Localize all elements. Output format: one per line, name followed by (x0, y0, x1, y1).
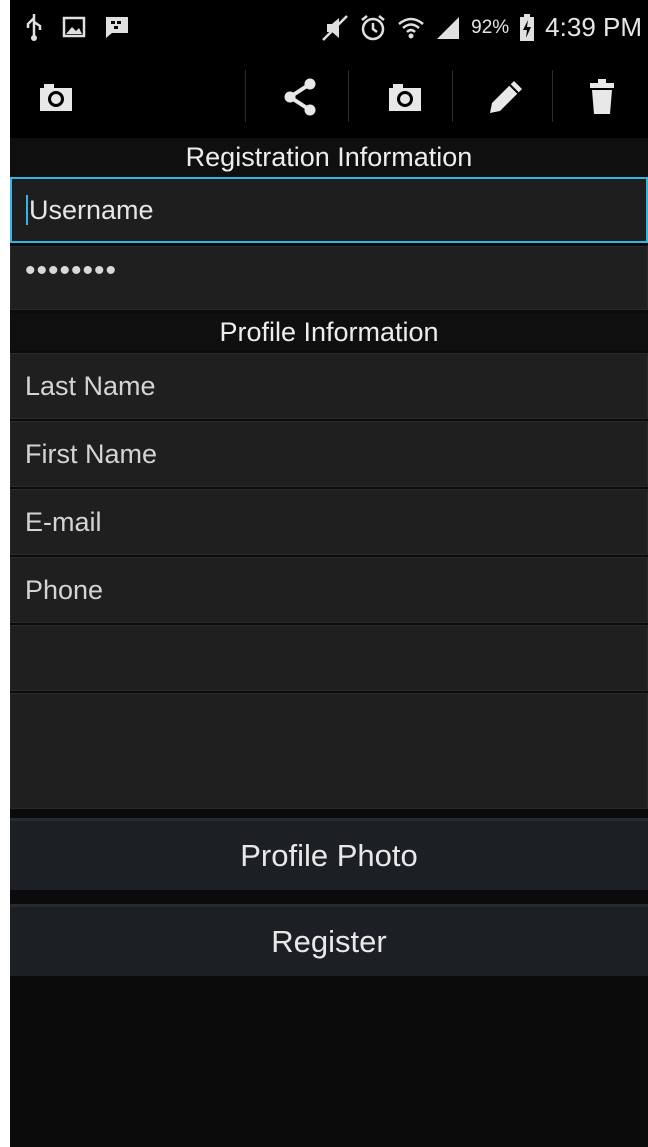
username-field[interactable]: Username (10, 177, 648, 243)
last-name-field[interactable]: Last Name (10, 353, 648, 419)
action-separator (245, 70, 246, 122)
share-icon[interactable] (260, 56, 340, 138)
notification-icons (24, 12, 130, 42)
gallery-icon (62, 16, 86, 38)
phone-field[interactable]: Phone (10, 557, 648, 623)
notes-field[interactable] (10, 693, 648, 809)
app-screen: 92% 4:39 PM Registration Information Use… (10, 0, 648, 1147)
username-placeholder: Username (29, 194, 154, 225)
camera-icon[interactable] (24, 56, 88, 138)
wifi-icon (397, 14, 425, 42)
battery-percent: 92% (471, 16, 510, 38)
mute-icon (321, 14, 349, 42)
clock: 4:39 PM (545, 12, 642, 42)
register-button[interactable]: Register (10, 904, 648, 976)
profile-header: Profile Information (10, 313, 648, 351)
action-separator (552, 70, 553, 122)
action-bar (10, 56, 648, 138)
usb-icon (24, 12, 44, 42)
battery-charging-icon (519, 13, 535, 42)
phone-placeholder: Phone (25, 574, 104, 605)
registration-header: Registration Information (10, 138, 648, 176)
status-bar: 92% 4:39 PM (10, 0, 648, 56)
delete-icon[interactable] (562, 56, 642, 138)
password-value: •••••••• (25, 254, 118, 287)
email-placeholder: E-mail (25, 506, 102, 537)
email-field[interactable]: E-mail (10, 489, 648, 555)
alarm-icon (359, 14, 387, 42)
last-name-placeholder: Last Name (25, 370, 156, 401)
first-name-field[interactable]: First Name (10, 421, 648, 487)
edit-icon[interactable] (462, 56, 550, 138)
action-separator (348, 70, 349, 122)
bbm-icon (104, 15, 130, 39)
extra-field[interactable] (10, 625, 648, 691)
system-icons: 92% 4:39 PM (321, 12, 642, 43)
signal-icon (435, 15, 461, 41)
first-name-placeholder: First Name (25, 438, 158, 469)
action-separator (452, 70, 453, 122)
camera-icon[interactable] (360, 56, 450, 138)
password-field[interactable]: •••••••• (10, 246, 648, 310)
text-cursor (26, 195, 28, 225)
profile-photo-button[interactable]: Profile Photo (10, 818, 648, 890)
